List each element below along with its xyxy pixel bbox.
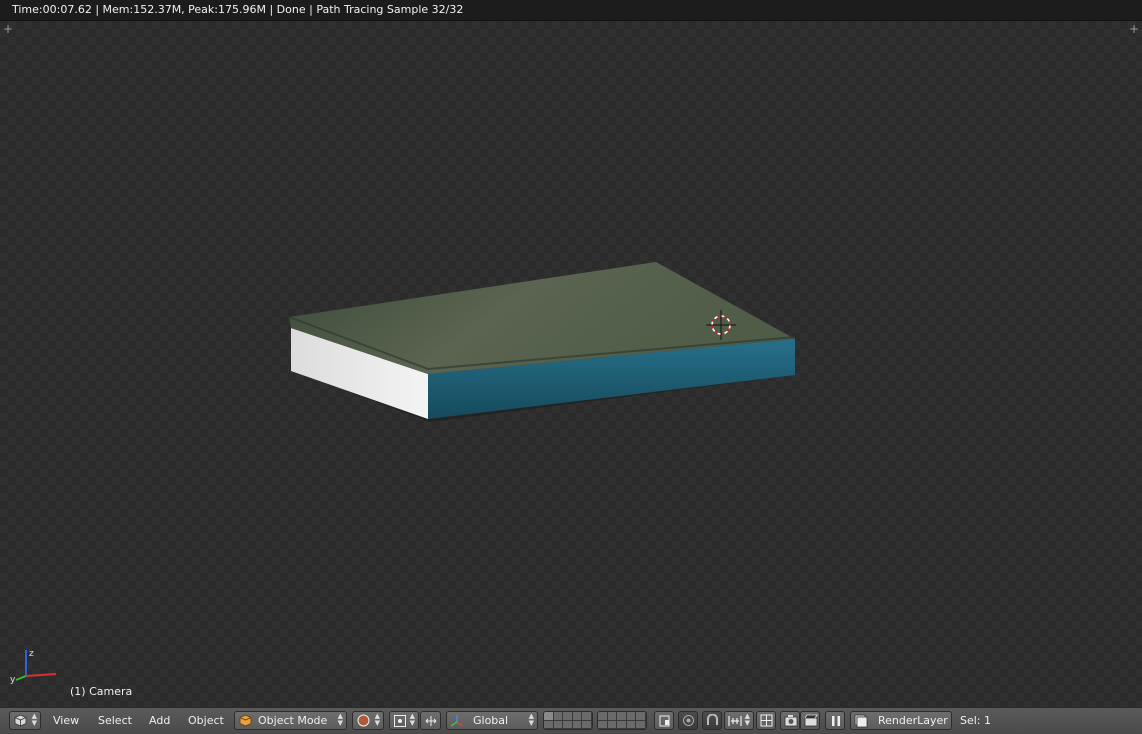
render-layer-field[interactable]: RenderLayer	[850, 711, 952, 730]
interaction-mode-dropdown[interactable]: Object Mode ▲ ▼	[234, 711, 347, 730]
render-status-bar: Time:00:07.62 | Mem:152.37M, Peak:175.96…	[0, 0, 1142, 21]
transform-axes-icon	[450, 715, 464, 727]
render-layer-icon	[854, 714, 868, 728]
lock-layers-toggle[interactable]	[654, 711, 674, 730]
camera-render-icon	[784, 715, 798, 727]
object-mode-cube-icon	[239, 714, 252, 727]
pivot-point-dropdown[interactable]: ▲ ▼	[389, 711, 419, 730]
3d-view-header: ▲ ▼ View Select Add Object Object Mode ▲ ▼…	[0, 707, 1142, 734]
viewport-shading-dropdown[interactable]: ▲ ▼	[352, 711, 384, 730]
add-menu[interactable]: Add	[149, 714, 170, 727]
render-image-button[interactable]	[780, 711, 800, 730]
snap-increment-icon	[728, 716, 742, 726]
pause-preview-button[interactable]	[825, 711, 845, 730]
3d-cursor-icon[interactable]	[706, 310, 736, 340]
view-axes-icon: z y	[10, 649, 57, 685]
mode-label: Object Mode	[258, 714, 328, 727]
snap-magnet-icon	[707, 714, 718, 725]
scene-layers-grid-1[interactable]	[543, 711, 593, 730]
manipulator-icon	[425, 716, 437, 726]
render-status-text: Time:00:07.62 | Mem:152.37M, Peak:175.96…	[12, 3, 464, 16]
rendered-book-object[interactable]	[0, 21, 1142, 707]
view-name-label: (1) Camera	[70, 685, 133, 698]
selection-count: Sel: 1	[960, 714, 992, 727]
transform-orientation-dropdown[interactable]: Global ▲ ▼	[446, 711, 538, 730]
snap-target-icon	[760, 714, 773, 727]
editor-type-selector[interactable]: ▲ ▼	[9, 711, 41, 730]
svg-text:y: y	[10, 675, 16, 685]
render-animation-button[interactable]	[800, 711, 820, 730]
select-menu[interactable]: Select	[98, 714, 132, 727]
object-menu[interactable]: Object	[188, 714, 224, 727]
clapper-icon	[804, 714, 818, 727]
proportional-edit-icon	[683, 715, 694, 726]
layer-lock-icon	[659, 715, 670, 727]
3d-viewport[interactable]: + + z y (1) Camera	[0, 21, 1142, 707]
snap-target-button[interactable]	[756, 711, 776, 730]
orientation-label: Global	[473, 714, 509, 727]
pivot-point-icon	[394, 715, 406, 727]
solid-sphere-icon	[357, 714, 370, 727]
svg-text:z: z	[29, 649, 34, 659]
render-layer-label: RenderLayer	[878, 714, 948, 727]
view-menu[interactable]: View	[53, 714, 79, 727]
manipulator-toggle[interactable]	[420, 711, 441, 730]
cube-icon	[14, 714, 27, 727]
scene-layers-grid-2[interactable]	[597, 711, 647, 730]
pause-icon	[832, 716, 840, 726]
snap-element-dropdown[interactable]: ▲ ▼	[724, 711, 754, 730]
proportional-edit-toggle[interactable]	[678, 711, 698, 730]
snap-toggle[interactable]	[702, 711, 722, 730]
